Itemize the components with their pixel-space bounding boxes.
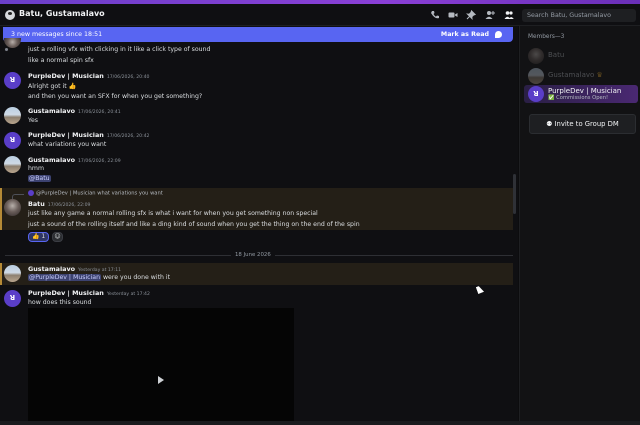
check-icon: ✅	[548, 95, 555, 101]
message-author[interactable]: PurpleDev | Musician Yesterday at 17:42	[28, 289, 150, 297]
chat-scrollbar-thumb[interactable]	[513, 174, 516, 214]
message-text: @PurpleDev | Musician were you done with…	[28, 274, 171, 281]
member-name: PurpleDev | Musician	[548, 87, 622, 95]
crown-icon: ♛	[596, 71, 603, 79]
avatar[interactable]	[4, 199, 21, 216]
members-icon[interactable]	[504, 10, 514, 20]
message-text: just a rolling vfx with clicking in it l…	[28, 46, 211, 53]
date-divider-label: 18 June 2026	[231, 252, 275, 258]
window-bottom-edge	[0, 421, 640, 425]
avatar[interactable]	[4, 265, 21, 282]
mouse-cursor-icon	[475, 285, 485, 294]
video-attachment[interactable]	[28, 308, 294, 425]
message-timestamp: Yesterday at 17:11	[78, 268, 122, 273]
message-text: and then you want an SFX for when you ge…	[28, 93, 203, 100]
add-member-icon[interactable]	[485, 10, 495, 20]
message-text: like a normal spin sfx	[28, 57, 94, 64]
mark-as-read-button[interactable]: Mark as Read	[441, 27, 489, 42]
reply-avatar	[28, 190, 34, 196]
message-author[interactable]: PurpleDev | Musician 17/06/2026, 20:42	[28, 131, 149, 139]
play-icon[interactable]	[158, 376, 164, 384]
message-text: Alright got it 👍	[28, 83, 77, 90]
member-item-batu[interactable]: Batu	[528, 47, 638, 65]
avatar[interactable]	[4, 156, 21, 173]
phone-icon[interactable]	[430, 10, 440, 20]
message-timestamp: 17/06/2026, 20:41	[78, 110, 121, 115]
message-text: how does this sound	[28, 299, 92, 306]
user-mention[interactable]: @PurpleDev | Musician	[28, 274, 102, 281]
message-author[interactable]: Gustamalavo Yesterday at 17:11	[28, 265, 121, 273]
mark-read-icon[interactable]	[495, 31, 502, 38]
message-timestamp: Yesterday at 17:42	[106, 292, 150, 297]
member-item-gustamalavo[interactable]: Gustamalavo ♛	[528, 67, 638, 85]
video-icon[interactable]	[448, 10, 458, 20]
new-messages-banner[interactable]: 3 new messages since 18:51 Mark as Read	[3, 27, 513, 42]
reaction-thumbs-up[interactable]: 👍 1	[28, 232, 50, 242]
message-text: just like any game a normal rolling sfx …	[28, 210, 318, 217]
member-name: Gustamalavo ♛	[548, 71, 603, 79]
message-timestamp: 17/06/2026, 20:40	[106, 75, 150, 80]
member-item-purpledev[interactable]: ꓤ PurpleDev | Musician ✅ Commissions Ope…	[524, 85, 638, 103]
message-mention[interactable]: @Batu	[28, 175, 51, 182]
search-input[interactable]: Search Batu, Gustamalavo	[522, 9, 636, 22]
member-list: Members—3 Batu Gustamalavo ♛ ꓤ PurpleDev…	[519, 26, 640, 425]
member-custom-status: ✅ Commissions Open!	[548, 95, 609, 101]
message-text: Yes	[28, 117, 38, 124]
add-reaction-button[interactable]: ☺	[52, 232, 63, 242]
message-author[interactable]: Batu 17/06/2026, 22:09	[28, 200, 90, 208]
avatar[interactable]	[4, 107, 21, 124]
avatar[interactable]: ꓤ	[4, 290, 21, 307]
chat-area: 3 new messages since 18:51 Mark as Read …	[0, 26, 518, 425]
group-dm-icon	[5, 10, 15, 20]
pin-icon[interactable]	[466, 9, 477, 20]
avatar[interactable]: ꓤ	[4, 132, 21, 149]
add-member-icon: ⚉	[546, 120, 553, 128]
message-text: just a sound of the rolling itself and l…	[28, 221, 360, 228]
channel-header: Batu, Gustamalavo Search Batu, Gustamala…	[0, 4, 640, 26]
message-text: what variations you want	[28, 141, 107, 148]
message-text: hmm	[28, 165, 44, 172]
avatar	[528, 68, 544, 84]
message-author[interactable]: Gustamalavo 17/06/2026, 22:09	[28, 156, 121, 164]
invite-to-group-dm-button[interactable]: ⚉ Invite to Group DM	[529, 114, 636, 134]
reply-preview[interactable]: @PurpleDev | Musician what variations yo…	[28, 190, 163, 197]
message-timestamp: 17/06/2026, 20:42	[106, 134, 150, 139]
avatar[interactable]: ꓤ	[4, 72, 21, 89]
channel-title: Batu, Gustamalavo	[19, 9, 105, 18]
member-list-header: Members—3	[528, 34, 565, 40]
status-indicator	[4, 47, 9, 52]
avatar	[528, 48, 544, 64]
new-messages-text: 3 new messages since 18:51	[11, 31, 103, 38]
message-author[interactable]: PurpleDev | Musician 17/06/2026, 20:40	[28, 72, 149, 80]
message-timestamp: 17/06/2026, 22:09	[78, 159, 121, 164]
message-author[interactable]: Gustamalavo 17/06/2026, 20:41	[28, 107, 121, 115]
avatar: ꓤ	[528, 86, 544, 102]
message-timestamp: 17/06/2026, 22:09	[47, 203, 91, 208]
member-name: Batu	[548, 51, 565, 59]
